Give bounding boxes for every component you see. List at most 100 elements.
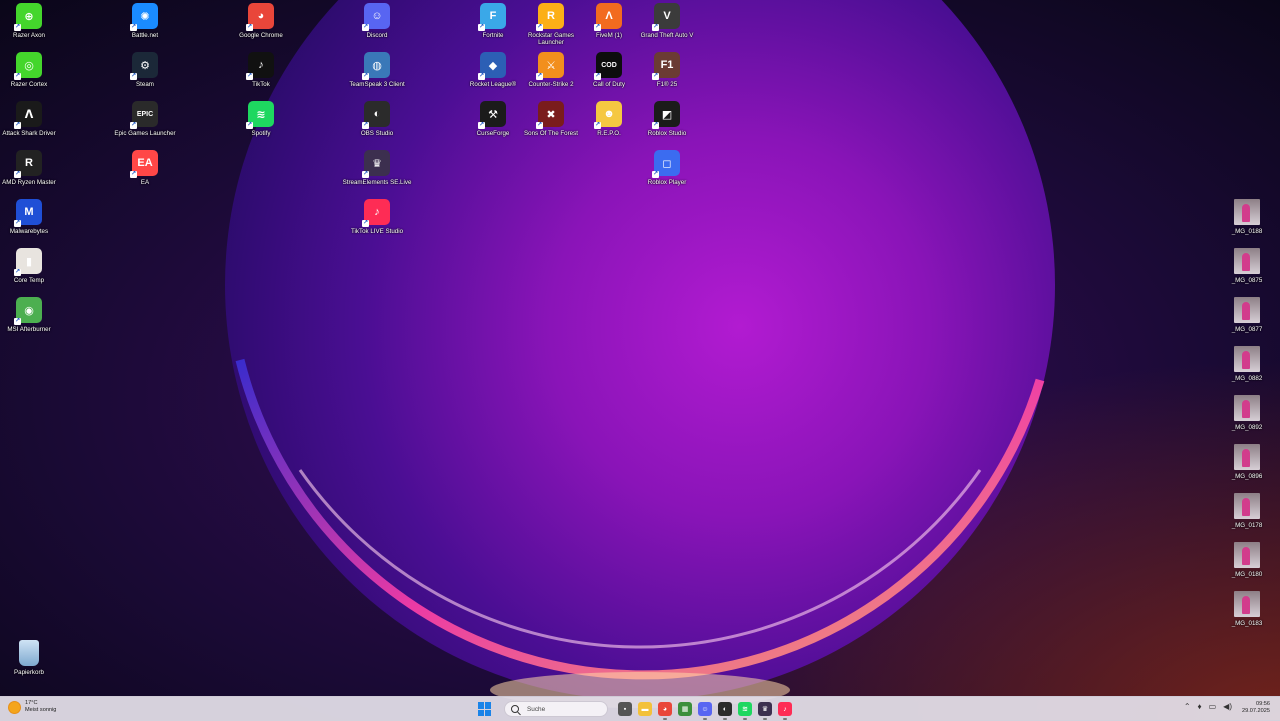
tiktok-live-icon: ♪ ↗ bbox=[362, 199, 390, 227]
shortcut-arrow-icon: ↗ bbox=[362, 171, 369, 178]
desktop-icon[interactable]: ◩ ↗ Roblox Studio bbox=[632, 101, 702, 137]
desktop-icon-label: Attack Shark Driver bbox=[2, 130, 56, 137]
show-hidden-icons-icon[interactable]: ⌃ bbox=[1184, 702, 1191, 711]
roblox-player-icon: ◻ ↗ bbox=[652, 150, 680, 178]
shortcut-arrow-icon: ↗ bbox=[14, 318, 21, 325]
desktop-icon[interactable]: ♛ ↗ StreamElements SE.Live bbox=[342, 150, 412, 186]
desktop-icon[interactable]: ◎ ↗ Razer Cortex bbox=[0, 52, 64, 88]
volume-icon[interactable]: ◀) bbox=[1223, 702, 1232, 711]
obs-icon: ◐ ↗ bbox=[362, 101, 390, 129]
image-file-icon bbox=[1234, 199, 1260, 225]
task-view-icon[interactable]: ▪ bbox=[618, 702, 632, 716]
discord-icon[interactable]: ☺ bbox=[698, 702, 712, 720]
desktop-icon[interactable]: ◻ ↗ Roblox Player bbox=[632, 150, 702, 186]
malwarebytes-icon: M ↗ bbox=[14, 199, 42, 227]
desktop-icon[interactable]: V ↗ Grand Theft Auto V bbox=[632, 3, 702, 39]
desktop-icon-label: EA bbox=[140, 179, 150, 186]
shortcut-arrow-icon: ↗ bbox=[478, 122, 485, 129]
desktop-icon[interactable]: F1 ↗ F1® 25 bbox=[632, 52, 702, 88]
desktop-icon-label: Sons Of The Forest bbox=[524, 130, 578, 137]
desktop-icon[interactable]: ⚙ ↗ Steam bbox=[110, 52, 180, 88]
desktop-icon[interactable]: ♪ ↗ TikTok bbox=[226, 52, 296, 88]
image-file-icon bbox=[1234, 542, 1260, 568]
desktop-icon-label: FiveM (1) bbox=[595, 32, 623, 39]
desktop-icon[interactable]: ◕ ↗ Google Chrome bbox=[226, 3, 296, 39]
shortcut-arrow-icon: ↗ bbox=[478, 24, 485, 31]
desktop-icon[interactable]: ◍ ↗ TeamSpeak 3 Client bbox=[342, 52, 412, 88]
rocket-league-icon: ◆ ↗ bbox=[478, 52, 506, 80]
desktop-icon[interactable]: ᐱ ↗ Attack Shark Driver bbox=[0, 101, 64, 137]
microphone-icon[interactable]: ♦ bbox=[1198, 702, 1202, 711]
streamelements-icon[interactable]: ♛ bbox=[758, 702, 772, 720]
obs-icon[interactable]: ◐ bbox=[718, 702, 732, 720]
desktop-icon[interactable]: EPIC ↗ Epic Games Launcher bbox=[110, 101, 180, 137]
spotify-icon[interactable]: ≋ bbox=[738, 702, 752, 720]
desktop-icon-label: R.E.P.O. bbox=[597, 130, 621, 137]
chrome-icon: ◕ ↗ bbox=[246, 3, 274, 31]
desktop-icon[interactable]: ✺ ↗ Battle.net bbox=[110, 3, 180, 39]
desktop-icon[interactable]: M ↗ Malwarebytes bbox=[0, 199, 64, 235]
desktop-icon[interactable]: _MG_0882 bbox=[1212, 346, 1280, 382]
shortcut-arrow-icon: ↗ bbox=[130, 73, 137, 80]
desktop-icon[interactable]: ▮ ↗ Core Temp bbox=[0, 248, 64, 284]
desktop-icon[interactable]: _MG_0875 bbox=[1212, 248, 1280, 284]
shortcut-arrow-icon: ↗ bbox=[362, 122, 369, 129]
desktop-icon-label: Spotify bbox=[251, 130, 271, 137]
ryzen-master-icon: R ↗ bbox=[14, 150, 42, 178]
recycle-bin[interactable]: Papierkorb bbox=[0, 640, 64, 676]
fivem-icon: Λ ↗ bbox=[594, 3, 622, 31]
epic-games-icon: EPIC ↗ bbox=[130, 101, 158, 129]
tiktok-live-icon[interactable]: ♪ bbox=[778, 702, 792, 720]
desktop-icon[interactable]: R ↗ AMD Ryzen Master bbox=[0, 150, 64, 186]
desktop-icon[interactable]: ♪ ↗ TikTok LIVE Studio bbox=[342, 199, 412, 235]
desktop-icon-label: Discord bbox=[366, 32, 388, 39]
desktop-icon-label: Razer Cortex bbox=[10, 81, 48, 88]
desktop-icon-label: _MG_0892 bbox=[1231, 424, 1263, 431]
weather-condition: Meist sonnig bbox=[25, 707, 57, 713]
network-icon[interactable]: ▭ bbox=[1209, 702, 1217, 711]
desktop-icon-label: Papierkorb bbox=[14, 669, 44, 676]
clock[interactable]: 09:56 29.07.2025 bbox=[1242, 701, 1270, 715]
file-explorer-icon[interactable]: ▬ bbox=[638, 702, 652, 716]
image-file-icon bbox=[1234, 395, 1260, 421]
desktop-icon-label: Roblox Player bbox=[647, 179, 687, 186]
desktop-icon[interactable]: _MG_0896 bbox=[1212, 444, 1280, 480]
chrome-icon[interactable]: ◕ bbox=[658, 702, 672, 720]
search-box[interactable]: Suche bbox=[504, 701, 608, 717]
razer-axon-icon: ⊕ ↗ bbox=[14, 3, 42, 31]
clock-time: 09:56 bbox=[1256, 701, 1270, 707]
desktop-icon[interactable]: _MG_0183 bbox=[1212, 591, 1280, 627]
image-file-icon bbox=[1234, 346, 1260, 372]
gta-v-icon: V ↗ bbox=[652, 3, 680, 31]
steam-icon: ⚙ ↗ bbox=[130, 52, 158, 80]
desktop-icon[interactable]: _MG_0178 bbox=[1212, 493, 1280, 529]
desktop-icon[interactable]: _MG_0180 bbox=[1212, 542, 1280, 578]
shortcut-arrow-icon: ↗ bbox=[652, 73, 659, 80]
desktop-icon-label: Roblox Studio bbox=[647, 130, 687, 137]
f1-25-icon: F1 ↗ bbox=[652, 52, 680, 80]
desktop-icon[interactable]: ☺ ↗ Discord bbox=[342, 3, 412, 39]
core-temp-icon: ▮ ↗ bbox=[14, 248, 42, 276]
desktop-icon[interactable]: _MG_0877 bbox=[1212, 297, 1280, 333]
recycle-bin-icon bbox=[19, 640, 39, 666]
desktop-icon[interactable]: EA ↗ EA bbox=[110, 150, 180, 186]
desktop-icon-label: _MG_0180 bbox=[1231, 571, 1263, 578]
weather-temp: 17°C bbox=[25, 700, 38, 706]
shortcut-arrow-icon: ↗ bbox=[536, 24, 543, 31]
shortcut-arrow-icon: ↗ bbox=[14, 24, 21, 31]
desktop-icon[interactable]: ⊕ ↗ Razer Axon bbox=[0, 3, 64, 39]
shortcut-arrow-icon: ↗ bbox=[478, 73, 485, 80]
shortcut-arrow-icon: ↗ bbox=[594, 73, 601, 80]
desktop-icon[interactable]: _MG_0892 bbox=[1212, 395, 1280, 431]
curseforge-icon: ⚒ ↗ bbox=[478, 101, 506, 129]
desktop-icon[interactable]: ◐ ↗ OBS Studio bbox=[342, 101, 412, 137]
desktop-icon[interactable]: ◉ ↗ MSI Afterburner bbox=[0, 297, 64, 333]
start-button[interactable] bbox=[478, 702, 492, 716]
desktop-icon[interactable]: ≋ ↗ Spotify bbox=[226, 101, 296, 137]
weather-widget[interactable]: 17°C Meist sonnig bbox=[9, 700, 56, 714]
shortcut-arrow-icon: ↗ bbox=[594, 122, 601, 129]
desktop-icon[interactable]: _MG_0188 bbox=[1212, 199, 1280, 235]
minecraft-icon[interactable]: ▦ bbox=[678, 702, 692, 716]
image-file-icon bbox=[1234, 493, 1260, 519]
shortcut-arrow-icon: ↗ bbox=[362, 220, 369, 227]
